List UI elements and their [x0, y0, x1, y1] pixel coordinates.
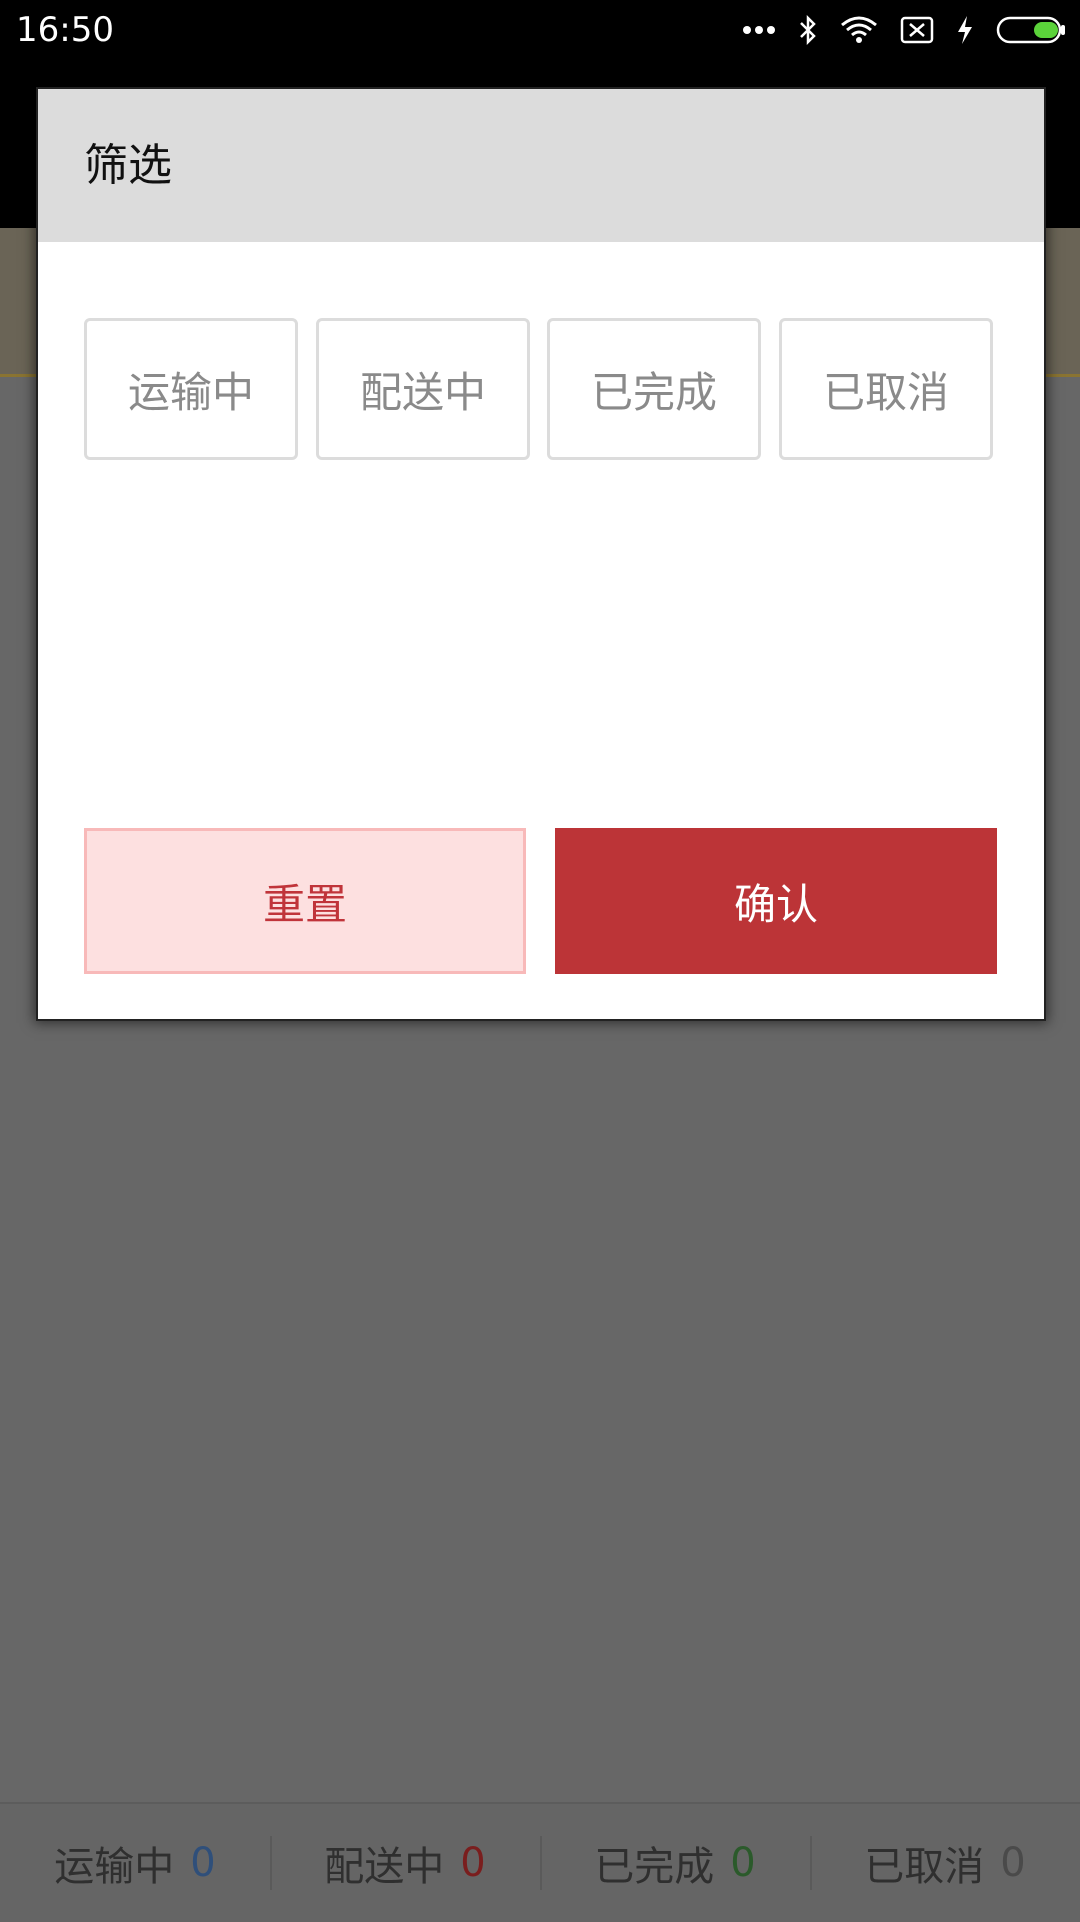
summary-label: 已完成 [594, 1844, 715, 1890]
summary-item-in-transit[interactable]: 运输中 0 [0, 1804, 270, 1922]
summary-count: 0 [1000, 1840, 1026, 1886]
summary-count: 0 [730, 1840, 756, 1886]
confirm-button[interactable]: 确认 [555, 828, 997, 974]
bluetooth-icon [798, 15, 818, 45]
summary-item-delivering[interactable]: 配送中 0 [270, 1804, 540, 1922]
summary-label: 配送中 [324, 1844, 445, 1890]
filter-dialog: 筛选 运输中 配送中 已完成 已取消 重置 确认 [36, 87, 1046, 1021]
status-time: 16:50 [16, 10, 114, 50]
option-cancelled[interactable]: 已取消 [779, 318, 993, 460]
more-dots-icon [742, 25, 776, 35]
dialog-title: 筛选 [84, 140, 172, 191]
summary-label: 已取消 [864, 1844, 985, 1890]
summary-bar: 运输中 0 配送中 0 已完成 0 已取消 0 [0, 1802, 1080, 1922]
summary-item-cancelled[interactable]: 已取消 0 [810, 1804, 1080, 1922]
summary-count: 0 [190, 1840, 216, 1886]
summary-item-completed[interactable]: 已完成 0 [540, 1804, 810, 1922]
reset-button[interactable]: 重置 [84, 828, 526, 974]
sim-x-icon [900, 15, 934, 45]
summary-label: 运输中 [54, 1844, 175, 1890]
option-delivering[interactable]: 配送中 [316, 318, 530, 460]
battery-icon [996, 15, 1066, 45]
dialog-header: 筛选 [38, 89, 1044, 242]
summary-count: 0 [460, 1840, 486, 1886]
charging-icon [956, 15, 974, 45]
status-bar: 16:50 [0, 0, 1080, 60]
wifi-icon [840, 15, 878, 45]
option-in-transit[interactable]: 运输中 [84, 318, 298, 460]
option-completed[interactable]: 已完成 [547, 318, 761, 460]
status-icons [742, 10, 1066, 50]
